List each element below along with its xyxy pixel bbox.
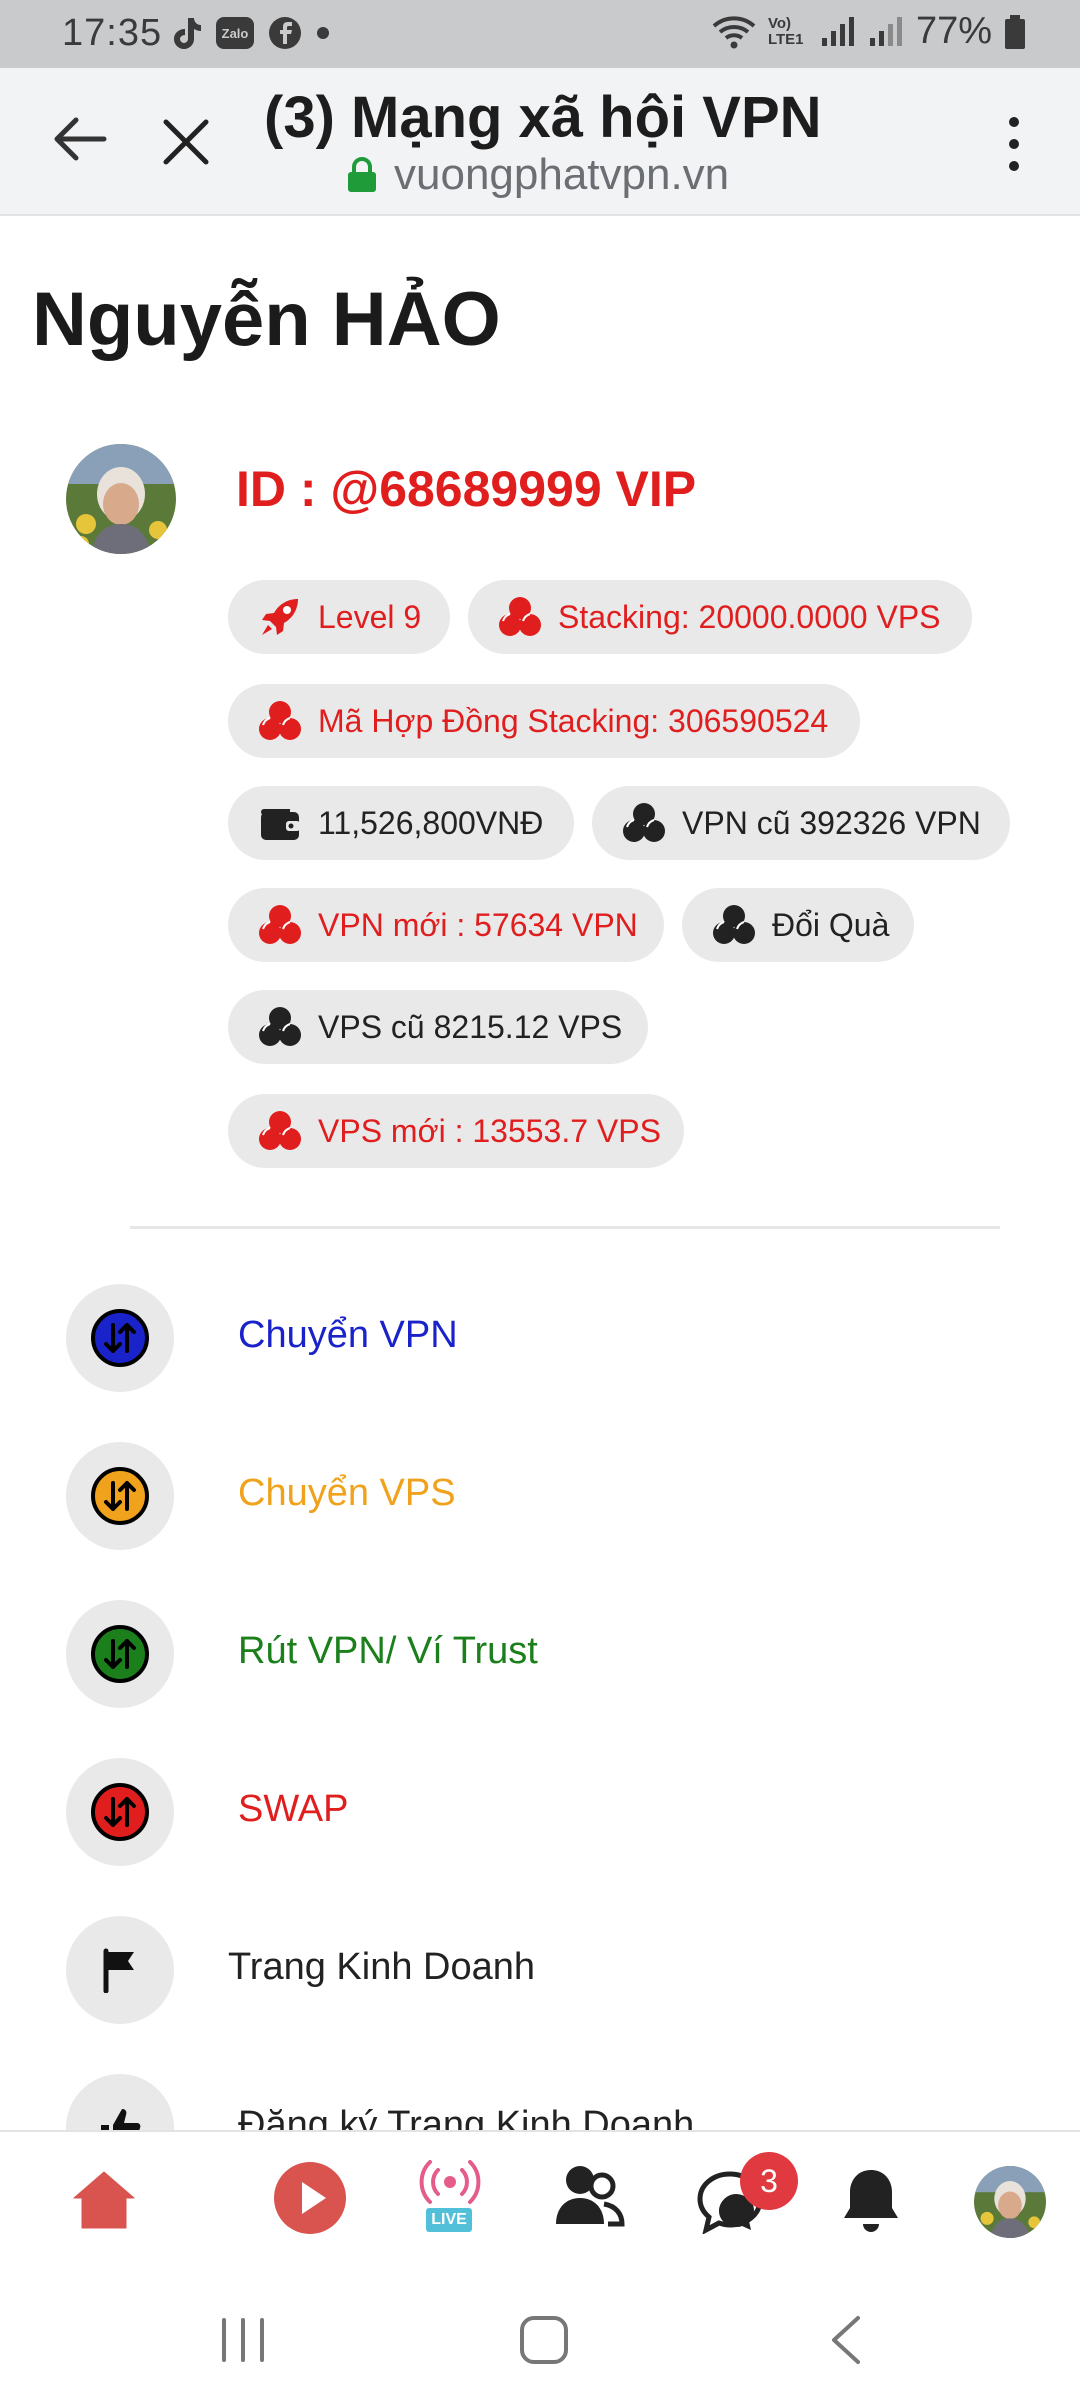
menu-label: Đăng ký Trang Kinh Doanh <box>238 2104 695 2130</box>
signal-2-icon <box>869 16 902 46</box>
swap-arrows-icon <box>91 1783 149 1841</box>
battery-percent: 77% <box>915 10 992 52</box>
coins-icon <box>259 701 301 740</box>
thumb-icon-circle <box>66 2074 174 2130</box>
bell-icon[interactable] <box>842 2166 900 2234</box>
profile-avatar-nav[interactable] <box>974 2166 1046 2238</box>
wallet-badge[interactable]: 11,526,800VNĐ <box>228 786 574 860</box>
page-title: (3) Mạng xã hội VPN <box>264 85 822 150</box>
swap-arrows-icon <box>91 1467 149 1525</box>
home-button-icon[interactable] <box>518 2314 570 2366</box>
signal-icon <box>821 16 854 46</box>
home-icon[interactable] <box>72 2168 136 2232</box>
menu-item-business-page[interactable]: Trang Kinh Doanh <box>0 1916 1080 2026</box>
transfer-icon-circle <box>66 1600 174 1708</box>
live-label: LIVE <box>426 2208 472 2232</box>
coins-icon <box>259 905 301 944</box>
vps-old-label: VPS cũ 8215.12 VPS <box>318 1008 623 1045</box>
system-nav-bar <box>0 2280 1080 2408</box>
more-options-icon[interactable] <box>1000 114 1028 174</box>
coins-icon <box>259 1007 301 1046</box>
lock-icon <box>348 157 376 192</box>
transfer-icon-circle <box>66 1758 174 1866</box>
status-bar: 17:35 Zalo Vo) LTE1 77% <box>0 0 1080 68</box>
system-back-icon[interactable] <box>828 2314 864 2366</box>
contract-label: Mã Hợp Đồng Stacking: 306590524 <box>318 702 829 739</box>
gift-label: Đổi Quà <box>772 906 890 943</box>
browser-toolbar: (3) Mạng xã hội VPN vuongphatvpn.vn <box>0 68 1080 216</box>
divider <box>130 1226 1000 1229</box>
wifi-icon <box>712 15 756 48</box>
watch-video-icon[interactable] <box>272 2160 348 2236</box>
profile-name: Nguyễn HẢO <box>32 277 501 362</box>
menu-item-transfer-vpn[interactable]: Chuyển VPN <box>0 1284 1080 1394</box>
level-badge[interactable]: Level 9 <box>228 580 450 654</box>
coins-icon <box>259 1111 301 1150</box>
vps-old-badge[interactable]: VPS cũ 8215.12 VPS <box>228 990 648 1064</box>
battery-icon <box>1005 14 1025 49</box>
coins-icon <box>499 597 541 636</box>
user-id: ID : @68689999 VIP <box>236 461 697 517</box>
thumbs-up-icon <box>101 2109 141 2130</box>
status-time: 17:35 <box>62 12 163 54</box>
level-label: Level 9 <box>318 598 422 635</box>
page-url[interactable]: vuongphatvpn.vn <box>394 150 729 200</box>
vpn-new-badge[interactable]: VPN mới : 57634 VPN <box>228 888 664 962</box>
menu-item-transfer-vps[interactable]: Chuyển VPS <box>0 1442 1080 1552</box>
stacking-badge[interactable]: Stacking: 20000.0000 VPS <box>468 580 972 654</box>
transfer-icon-circle <box>66 1284 174 1392</box>
wallet-icon <box>261 809 300 840</box>
vpn-old-badge[interactable]: VPN cũ 392326 VPN <box>592 786 1010 860</box>
menu-label: SWAP <box>238 1788 349 1830</box>
facebook-icon <box>269 17 301 49</box>
avatar[interactable] <box>66 444 176 554</box>
recent-apps-icon[interactable] <box>218 2316 268 2364</box>
gift-exchange-badge[interactable]: Đổi Quà <box>682 888 914 962</box>
rocket-icon <box>262 599 298 635</box>
transfer-icon-circle <box>66 1442 174 1550</box>
menu-label: Chuyển VPN <box>238 1314 458 1356</box>
live-broadcast-icon <box>419 2160 481 2204</box>
vpn-new-label: VPN mới : 57634 VPN <box>318 906 638 943</box>
status-right: Vo) LTE1 77% <box>712 10 1026 53</box>
coins-icon <box>623 803 665 842</box>
back-arrow-icon[interactable] <box>52 116 108 162</box>
vps-new-badge[interactable]: VPS mới : 13553.7 VPS <box>228 1094 684 1168</box>
flag-icon <box>103 1948 134 1993</box>
menu-item-withdraw[interactable]: Rút VPN/ Ví Trust <box>0 1600 1080 1710</box>
bottom-nav: LIVE 3 <box>0 2130 1080 2282</box>
dot-icon <box>317 27 329 39</box>
flag-icon-circle <box>66 1916 174 2024</box>
stacking-label: Stacking: 20000.0000 VPS <box>558 598 941 635</box>
messages-badge: 3 <box>740 2152 798 2210</box>
close-icon[interactable] <box>162 118 210 166</box>
menu-label: Chuyển VPS <box>238 1472 456 1514</box>
vpn-old-label: VPN cũ 392326 VPN <box>682 804 981 841</box>
notification-icons: Zalo <box>172 16 330 50</box>
contract-badge[interactable]: Mã Hợp Đồng Stacking: 306590524 <box>228 684 860 758</box>
wallet-label: 11,526,800VNĐ <box>318 804 544 841</box>
swap-arrows-icon <box>91 1625 149 1683</box>
swap-arrows-icon <box>91 1309 149 1367</box>
menu-item-swap[interactable]: SWAP <box>0 1758 1080 1868</box>
network-label: Vo) LTE1 <box>767 14 804 48</box>
vps-new-label: VPS mới : 13553.7 VPS <box>318 1112 661 1149</box>
menu-item-register-business[interactable]: Đăng ký Trang Kinh Doanh <box>0 2074 1080 2130</box>
menu-label: Rút VPN/ Ví Trust <box>238 1630 538 1672</box>
menu-label: Trang Kinh Doanh <box>228 1946 536 1988</box>
tiktok-icon <box>174 18 201 49</box>
coins-icon <box>713 905 755 944</box>
friends-icon[interactable] <box>554 2162 626 2232</box>
live-button[interactable]: LIVE <box>414 2154 486 2244</box>
zalo-icon: Zalo <box>216 17 254 49</box>
